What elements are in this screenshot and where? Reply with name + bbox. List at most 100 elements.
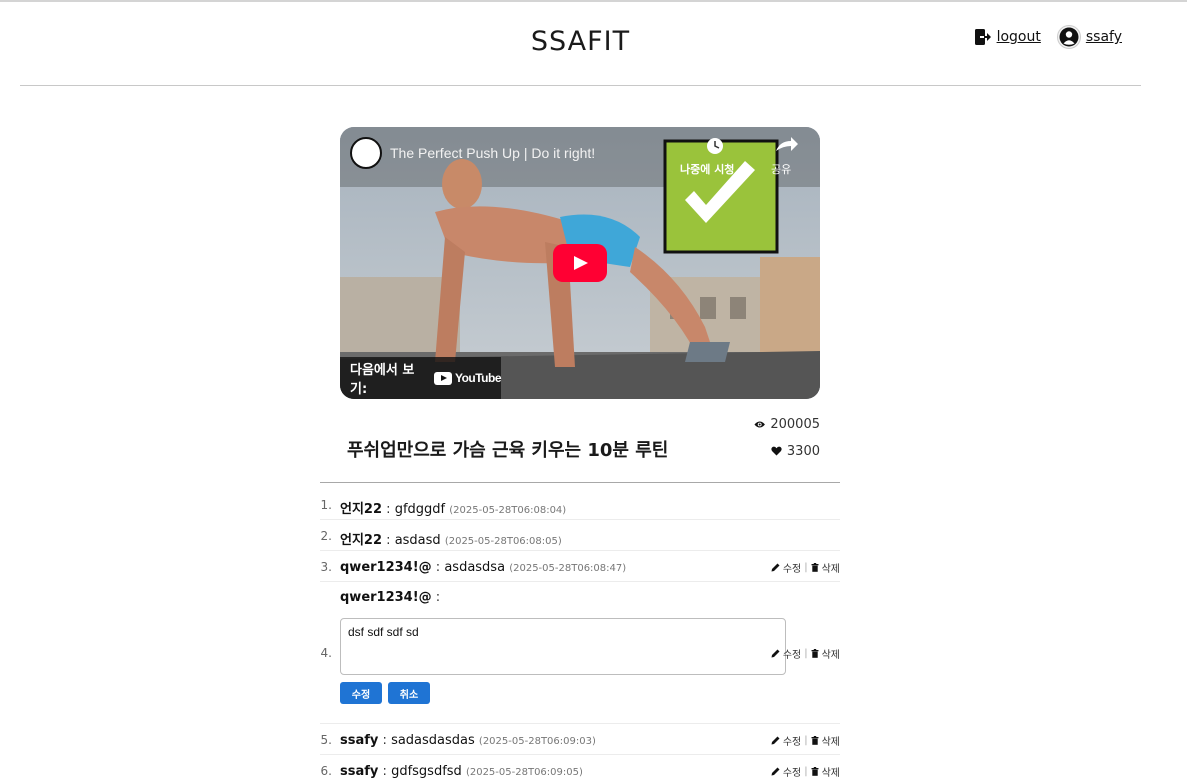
watch-on-youtube[interactable]: 다음에서 보기: YouTube: [340, 357, 502, 399]
comment-text: gdfsgsdfsd: [391, 764, 462, 779]
eye-icon: [754, 420, 765, 428]
trash-icon: [811, 563, 819, 572]
delete-label: 삭제: [821, 768, 840, 779]
comment-content: qwer1234!@ : asdasdsa (2025-05-28T06:08:…: [340, 560, 626, 575]
comment-actions: 수정 | 삭제: [771, 560, 840, 575]
comment-number: 1.: [320, 498, 332, 512]
video-embed-title[interactable]: The Perfect Push Up | Do it right!: [390, 145, 595, 161]
comment-content: qwer1234!@ :: [340, 590, 440, 605]
comment-separator: :: [435, 590, 441, 605]
video-stats: 200005 3300: [754, 416, 820, 459]
section-divider: [320, 482, 840, 483]
comment-timestamp: (2025-05-28T06:08:05): [444, 536, 562, 547]
user-circle-icon: [1056, 25, 1081, 49]
pencil-icon: [771, 736, 780, 745]
edit-comment-button[interactable]: 수정: [771, 560, 801, 575]
page-title: 푸쉬업만으로 가슴 근육 키우는 10분 루틴: [347, 440, 669, 461]
play-button[interactable]: [553, 244, 607, 282]
youtube-play-icon: [433, 371, 452, 385]
comment-number: 6.: [320, 764, 332, 778]
cancel-edit-button[interactable]: 취소: [388, 682, 430, 704]
youtube-logo: YouTube: [433, 371, 502, 385]
delete-label: 삭제: [821, 650, 840, 661]
comment-actions: 수정 | 삭제: [771, 646, 840, 661]
comment-author: ssafy: [340, 733, 379, 748]
watch-later-button[interactable]: 나중에 시청: [680, 161, 734, 177]
comment-actions: 수정 | 삭제: [771, 764, 840, 779]
comment-item: 2. 언지22 : asdasd (2025-05-28T06:08:05): [320, 520, 840, 551]
logout-link[interactable]: logout: [974, 28, 1041, 46]
edit-label: 수정: [782, 564, 802, 575]
comment-separator: :: [382, 764, 387, 779]
delete-comment-button[interactable]: 삭제: [811, 560, 840, 575]
user-profile-link[interactable]: ssafy: [1056, 25, 1122, 49]
trash-icon: [811, 736, 819, 745]
edit-comment-field[interactable]: dsf sdf sdf sd: [340, 618, 786, 675]
comment-item-editing: qwer1234!@ : 4. dsf sdf sdf sd 수정 | 삭제 수…: [320, 582, 840, 724]
likes-count: 3300: [786, 443, 820, 459]
comment-text: asdasdsa: [444, 560, 506, 575]
comment-author: qwer1234!@: [340, 560, 432, 575]
video-player[interactable]: The Perfect Push Up | Do it right! 나중에 시…: [340, 127, 820, 399]
comment-content: ssafy : gdfsgsdfsd (2025-05-28T06:09:05): [340, 764, 583, 779]
comment-timestamp: (2025-05-28T06:09:05): [465, 767, 583, 778]
share-button[interactable]: 공유: [771, 161, 791, 177]
actions-divider: |: [804, 735, 808, 746]
comment-text: sadasdasdas: [391, 733, 475, 748]
views-row: 200005: [754, 416, 820, 432]
comment-separator: :: [435, 560, 441, 575]
watch-on-label: 다음에서 보기:: [350, 363, 415, 397]
delete-comment-button[interactable]: 삭제: [811, 646, 840, 661]
user-label: ssafy: [1085, 29, 1122, 45]
comment-author: 언지22: [340, 533, 383, 548]
delete-comment-button[interactable]: 삭제: [811, 764, 840, 779]
edit-label: 수정: [782, 737, 802, 748]
heart-icon[interactable]: [771, 446, 782, 456]
header-nav: logout ssafy: [974, 25, 1122, 49]
comment-content: 언지22 : asdasd (2025-05-28T06:08:05): [340, 529, 562, 548]
save-edit-button[interactable]: 수정: [340, 682, 382, 704]
actions-divider: |: [804, 562, 808, 573]
likes-row: 3300: [754, 443, 820, 459]
comment-text: asdasd: [394, 533, 441, 548]
delete-label: 삭제: [821, 737, 840, 748]
comment-item: 1. 언지22 : gfdggdf (2025-05-28T06:08:04): [320, 490, 840, 520]
comment-author: qwer1234!@: [340, 590, 432, 605]
comment-item: 5. ssafy : sadasdasdas (2025-05-28T06:09…: [320, 724, 840, 755]
edit-label: 수정: [782, 650, 802, 661]
comment-content: 언지22 : gfdggdf (2025-05-28T06:08:04): [340, 498, 566, 517]
actions-divider: |: [804, 648, 808, 659]
comment-content: ssafy : sadasdasdas (2025-05-28T06:09:03…: [340, 733, 596, 748]
logout-label: logout: [996, 29, 1041, 45]
comment-separator: :: [382, 733, 387, 748]
comment-author: 언지22: [340, 502, 383, 517]
trash-icon: [811, 767, 819, 776]
comment-number: 5.: [320, 733, 332, 747]
trash-icon: [811, 649, 819, 658]
edit-label: 수정: [782, 768, 802, 779]
pencil-icon: [771, 563, 780, 572]
channel-avatar[interactable]: [350, 137, 382, 169]
comment-number: 2.: [320, 529, 332, 543]
edit-comment-button[interactable]: 수정: [771, 764, 801, 779]
comment-text: gfdggdf: [394, 502, 446, 517]
comment-number: 3.: [320, 560, 332, 574]
actions-divider: |: [804, 766, 808, 777]
comment-separator: :: [386, 502, 391, 517]
comment-timestamp: (2025-05-28T06:09:03): [478, 736, 596, 747]
delete-label: 삭제: [821, 564, 840, 575]
delete-comment-button[interactable]: 삭제: [811, 733, 840, 748]
comment-item: 6. ssafy : gdfsgsdfsd (2025-05-28T06:09:…: [320, 755, 840, 784]
comment-actions: 수정 | 삭제: [771, 733, 840, 748]
site-header: SSAFIT logout ssafy: [20, 2, 1141, 86]
comment-author: ssafy: [340, 764, 379, 779]
comment-number: 4.: [320, 646, 332, 660]
pencil-icon: [771, 767, 780, 776]
views-count: 200005: [770, 416, 820, 432]
edit-comment-button[interactable]: 수정: [771, 733, 801, 748]
pencil-icon: [771, 649, 780, 658]
edit-comment-button[interactable]: 수정: [771, 646, 801, 661]
comment-separator: :: [386, 533, 391, 548]
comment-timestamp: (2025-05-28T06:08:47): [509, 563, 627, 574]
youtube-wordmark: YouTube: [454, 371, 502, 385]
